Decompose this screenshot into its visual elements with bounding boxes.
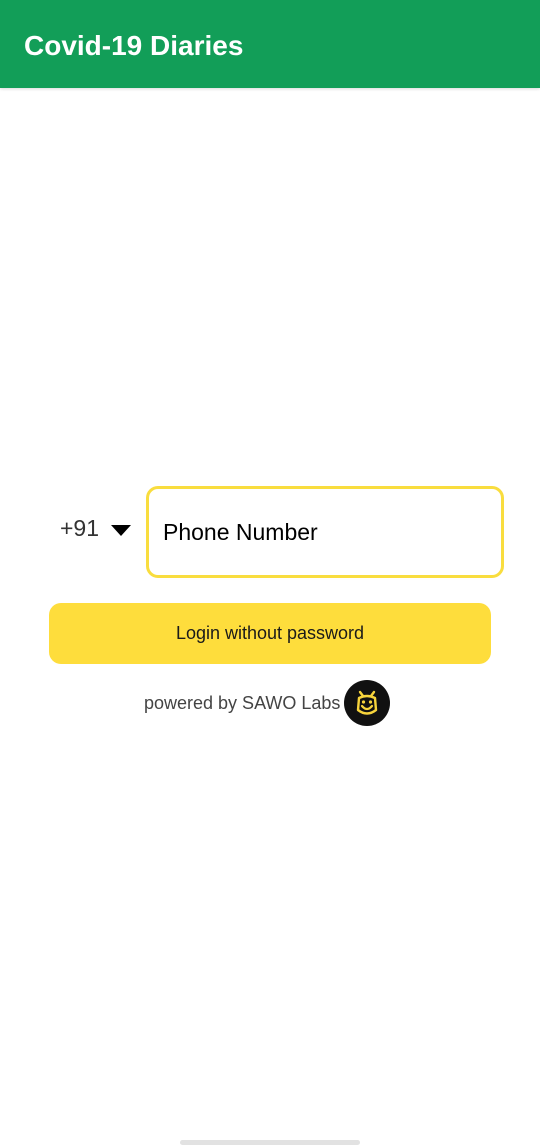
home-indicator bbox=[180, 1140, 360, 1145]
phone-number-input[interactable] bbox=[163, 509, 483, 555]
country-code-label: +91 bbox=[60, 515, 100, 541]
login-without-password-button[interactable]: Login without password bbox=[49, 603, 491, 664]
sawo-face-icon bbox=[357, 690, 378, 715]
app-title: Covid-19 Diaries bbox=[24, 30, 244, 61]
login-screen: Covid-19 Diaries +91 Login without passw… bbox=[0, 0, 540, 1146]
phone-number-field[interactable] bbox=[146, 486, 504, 578]
country-code-dropdown[interactable]: +91 bbox=[56, 508, 140, 548]
app-bar: Covid-19 Diaries bbox=[0, 0, 540, 88]
sawo-logo-icon bbox=[344, 680, 391, 726]
powered-by-row: powered by SAWO Labs bbox=[144, 680, 391, 726]
caret-down-icon bbox=[111, 524, 132, 536]
powered-by-text: powered by SAWO Labs bbox=[144, 692, 341, 713]
